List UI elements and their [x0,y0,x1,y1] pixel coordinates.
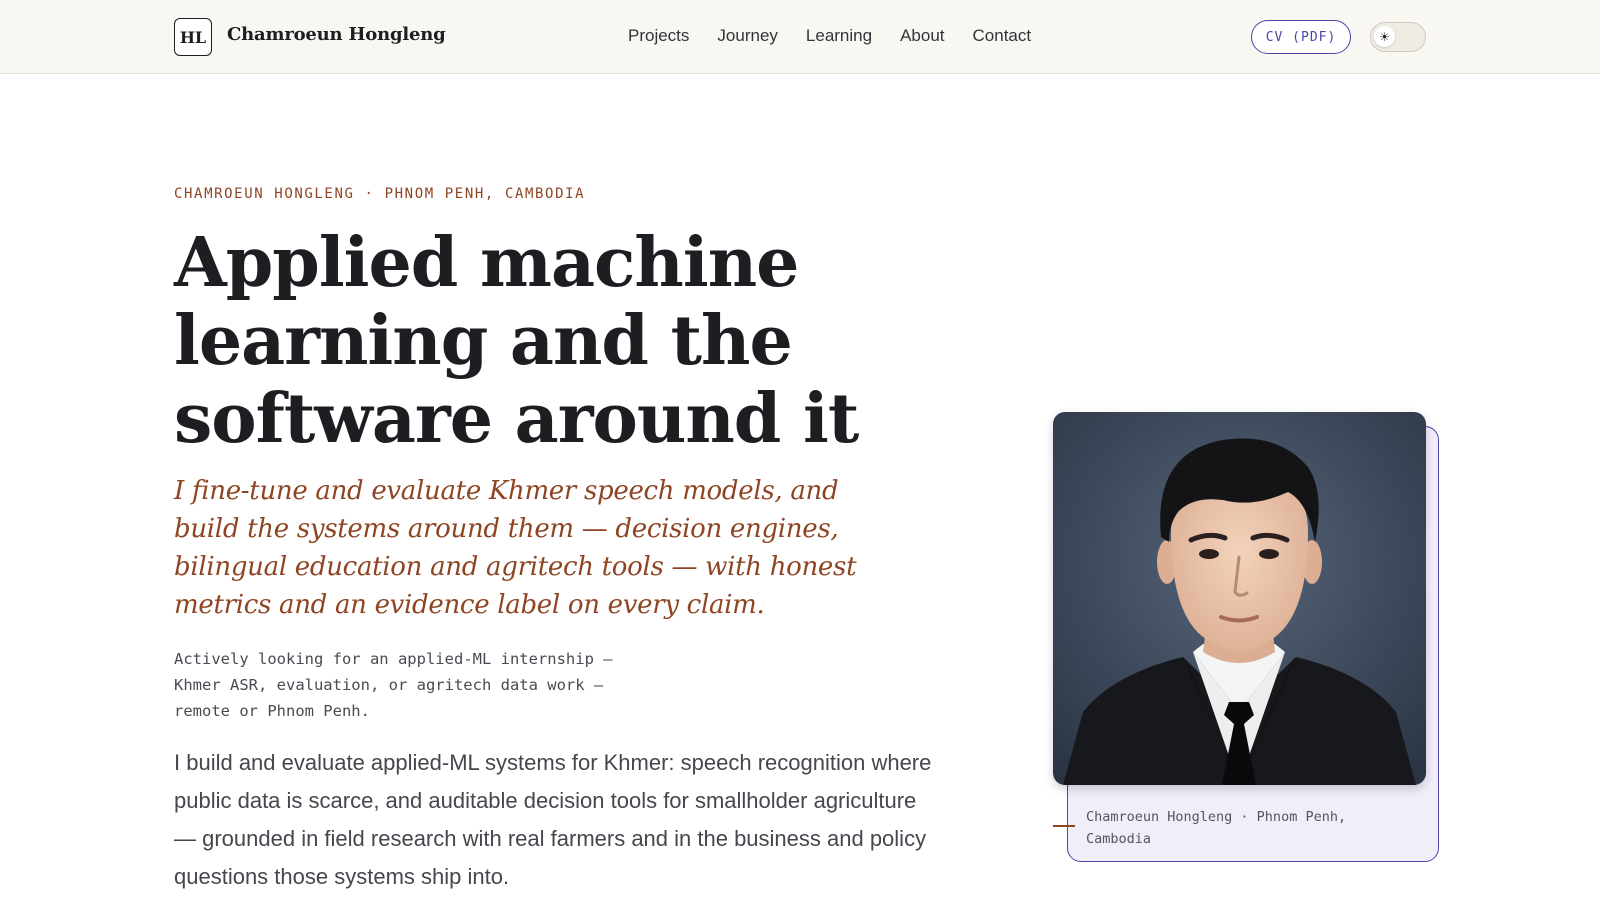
portrait-illustration [1053,412,1426,785]
cv-download-button[interactable]: CV (PDF) [1251,20,1351,54]
main-nav: Projects Journey Learning About Contact [628,26,1031,46]
page-title: Applied machine learning and the softwar… [174,223,859,459]
nav-link-learning[interactable]: Learning [806,26,872,46]
nav-link-projects[interactable]: Projects [628,26,689,46]
top-navigation-bar: HL Chamroeun Hongleng Projects Journey L… [0,0,1600,74]
intro-paragraph: I build and evaluate applied-ML systems … [174,750,932,889]
sun-icon: ☀ [1374,26,1395,47]
portrait-photo [1053,412,1426,785]
availability-note: Actively looking for an applied-ML inter… [174,650,613,720]
nav-link-about[interactable]: About [900,26,944,46]
hero-eyebrow: CHAMROEUN HONGLENG · PHNOM PENH, CAMBODI… [174,186,586,202]
portrait-caption: Chamroeun Hongleng · Phnom Penh, Cambodi… [1086,809,1347,847]
theme-toggle[interactable]: ☀ [1370,22,1426,52]
nav-link-contact[interactable]: Contact [973,26,1032,46]
logo-monogram[interactable]: HL [174,18,212,56]
hero-subhead: I fine-tune and evaluate Khmer speech mo… [174,476,857,620]
caption-marker [1053,825,1075,827]
nav-link-journey[interactable]: Journey [717,26,777,46]
brand-name[interactable]: Chamroeun Hongleng [227,24,446,45]
